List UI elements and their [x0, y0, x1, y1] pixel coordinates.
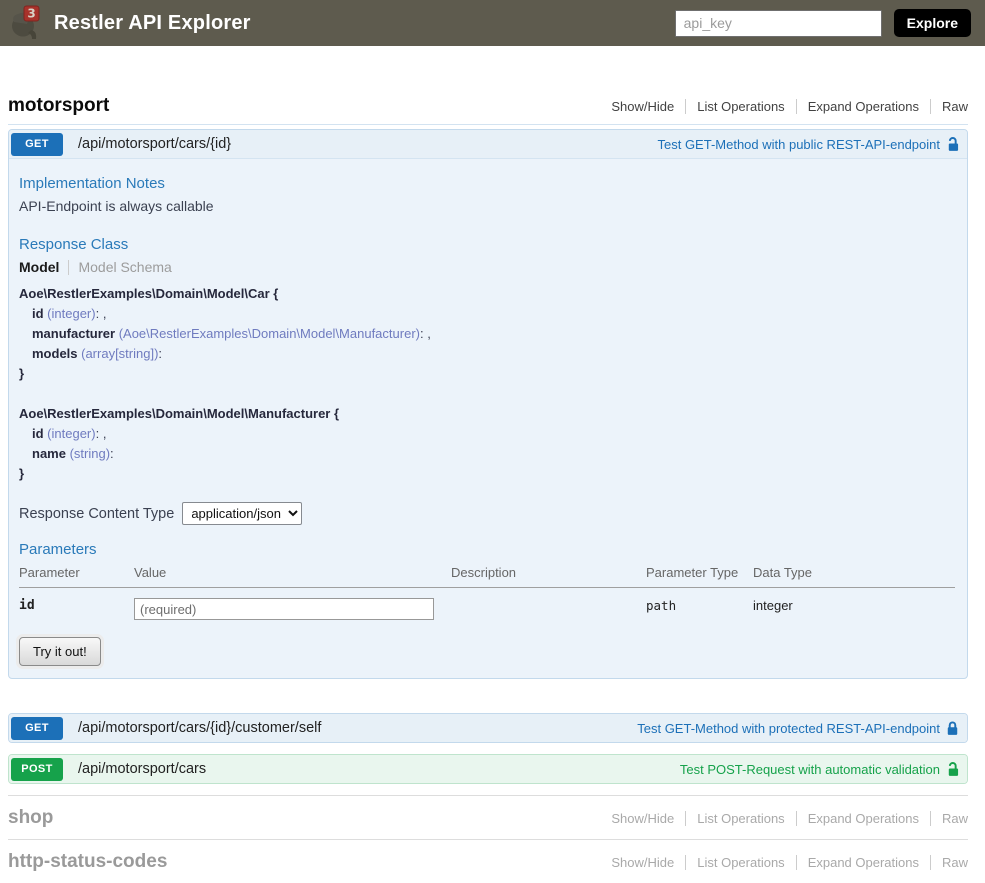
list-operations-link[interactable]: List Operations	[697, 811, 784, 826]
raw-link[interactable]: Raw	[942, 811, 968, 826]
response-class-title: Response Class	[19, 236, 955, 253]
resource-title-http-status-codes[interactable]: http-status-codes	[8, 851, 167, 873]
app-title: Restler API Explorer	[54, 12, 251, 35]
response-content-type-select[interactable]: application/json	[182, 502, 302, 525]
restler-logo-icon: 3	[10, 4, 46, 42]
col-data-type: Data Type	[753, 560, 955, 588]
menu-divider	[685, 99, 686, 114]
expand-operations-link[interactable]: Expand Operations	[808, 811, 919, 826]
try-it-out-button[interactable]: Try it out!	[19, 637, 101, 666]
parameters-title: Parameters	[19, 541, 955, 558]
menu-divider	[685, 811, 686, 826]
showhide-link[interactable]: Show/Hide	[611, 811, 674, 826]
lock-open-icon	[946, 761, 959, 777]
expand-operations-link[interactable]: Expand Operations	[808, 855, 919, 870]
api-key-input[interactable]	[675, 10, 882, 37]
col-parameter: Parameter	[19, 560, 134, 588]
param-value-input[interactable]	[134, 598, 434, 620]
expand-operations-link[interactable]: Expand Operations	[808, 99, 919, 114]
http-method-badge: GET	[11, 133, 63, 156]
endpoint-access-label: Test GET-Method with public REST-API-end…	[657, 137, 940, 152]
signature-model: Aoe\RestlerExamples\Domain\Model\Manufac…	[19, 404, 955, 484]
endpoint-path-link[interactable]: /api/motorsport/cars/{id}	[78, 136, 657, 152]
app-header: 3 Restler API Explorer Explore	[0, 0, 985, 46]
implementation-notes-text: API-Endpoint is always callable	[19, 198, 955, 214]
raw-link[interactable]: Raw	[942, 99, 968, 114]
tab-model[interactable]: Model	[19, 259, 59, 275]
resource-heading-http-status-codes: http-status-codes Show/Hide List Operati…	[8, 839, 968, 883]
menu-divider	[796, 811, 797, 826]
endpoint-access-link[interactable]: Test POST-Request with automatic validat…	[680, 761, 959, 777]
explore-button[interactable]: Explore	[894, 9, 971, 37]
col-parameter-type: Parameter Type	[646, 560, 753, 588]
response-content-type-row: Response Content Type application/json	[19, 502, 955, 525]
endpoint-path-link[interactable]: /api/motorsport/cars/{id}/customer/self	[78, 720, 637, 736]
operation-heading: POST /api/motorsport/cars Test POST-Requ…	[9, 755, 967, 783]
logo-badge: 3	[27, 7, 35, 21]
menu-divider	[796, 99, 797, 114]
model-signature: Aoe\RestlerExamples\Domain\Model\Car {id…	[19, 284, 955, 484]
operation-heading: GET /api/motorsport/cars/{id} Test GET-M…	[9, 130, 967, 158]
menu-divider	[930, 811, 931, 826]
resource-menu-http-status-codes: Show/Hide List Operations Expand Operati…	[611, 855, 968, 870]
param-description	[451, 588, 646, 625]
resource-heading-motorsport: motorsport Show/Hide List Operations Exp…	[8, 87, 968, 125]
col-description: Description	[451, 560, 646, 588]
http-method-badge: POST	[11, 758, 63, 781]
tab-divider	[68, 260, 69, 275]
endpoint-path-link[interactable]: /api/motorsport/cars	[78, 761, 680, 777]
parameters-header-row: Parameter Value Description Parameter Ty…	[19, 560, 955, 588]
operation-get-customer-self: GET /api/motorsport/cars/{id}/customer/s…	[8, 713, 968, 743]
signature-model: Aoe\RestlerExamples\Domain\Model\Car {id…	[19, 284, 955, 384]
raw-link[interactable]: Raw	[942, 855, 968, 870]
model-tabs: Model Model Schema	[19, 259, 955, 275]
menu-divider	[930, 99, 931, 114]
implementation-notes-title: Implementation Notes	[19, 175, 955, 192]
tab-model-schema[interactable]: Model Schema	[78, 259, 171, 275]
endpoint-access-label: Test GET-Method with protected REST-API-…	[637, 721, 940, 736]
resource-title-shop[interactable]: shop	[8, 807, 53, 829]
lock-closed-icon	[946, 720, 959, 736]
lock-open-icon	[946, 136, 959, 152]
operation-get-car: GET /api/motorsport/cars/{id} Test GET-M…	[8, 129, 968, 679]
menu-divider	[796, 855, 797, 870]
param-parameter-type: path	[646, 588, 753, 625]
param-name: id	[19, 588, 134, 625]
operation-heading: GET /api/motorsport/cars/{id}/customer/s…	[9, 714, 967, 742]
parameters-table: Parameter Value Description Parameter Ty…	[19, 560, 955, 624]
list-operations-link[interactable]: List Operations	[697, 99, 784, 114]
menu-divider	[930, 855, 931, 870]
resource-heading-shop: shop Show/Hide List Operations Expand Op…	[8, 795, 968, 839]
endpoint-access-link[interactable]: Test GET-Method with protected REST-API-…	[637, 720, 959, 736]
showhide-link[interactable]: Show/Hide	[611, 855, 674, 870]
operation-post-cars: POST /api/motorsport/cars Test POST-Requ…	[8, 754, 968, 784]
endpoint-access-label: Test POST-Request with automatic validat…	[680, 762, 940, 777]
operation-content: Implementation Notes API-Endpoint is alw…	[9, 158, 967, 678]
parameter-row-id: id path integer	[19, 588, 955, 625]
resource-title-motorsport[interactable]: motorsport	[8, 95, 109, 117]
list-operations-link[interactable]: List Operations	[697, 855, 784, 870]
response-content-type-label: Response Content Type	[19, 506, 174, 522]
showhide-link[interactable]: Show/Hide	[611, 99, 674, 114]
resource-menu-shop: Show/Hide List Operations Expand Operati…	[611, 811, 968, 826]
col-value: Value	[134, 560, 451, 588]
endpoint-access-link[interactable]: Test GET-Method with public REST-API-end…	[657, 136, 959, 152]
http-method-badge: GET	[11, 717, 63, 740]
param-data-type: integer	[753, 588, 955, 625]
menu-divider	[685, 855, 686, 870]
resource-menu-motorsport: Show/Hide List Operations Expand Operati…	[611, 99, 968, 114]
